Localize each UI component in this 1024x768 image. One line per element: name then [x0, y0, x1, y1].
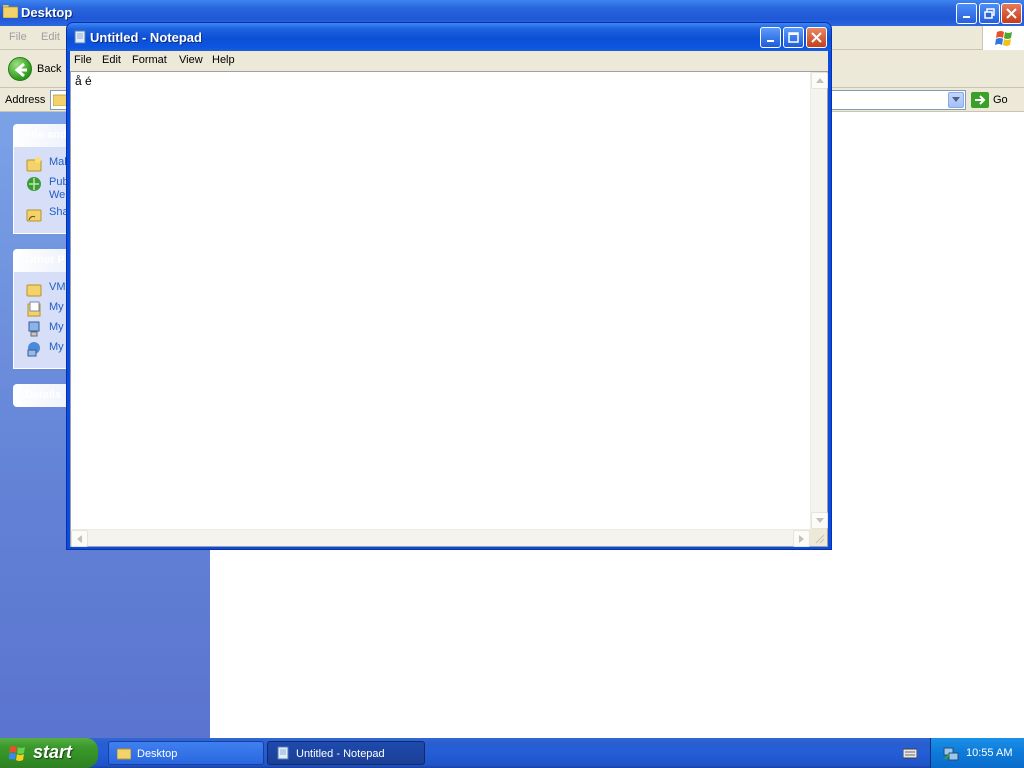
explorer-close-button[interactable]	[1001, 3, 1022, 24]
maximize-icon	[788, 32, 799, 43]
close-icon	[811, 32, 822, 43]
notepad-window: Untitled - Notepad File Edit Format View…	[66, 22, 832, 550]
chevron-left-icon	[77, 534, 82, 543]
start-button[interactable]: start	[0, 738, 98, 768]
windows-flag-icon	[9, 746, 25, 761]
back-arrow-icon	[14, 62, 27, 78]
notepad-title-bar[interactable]: Untitled - Notepad	[67, 23, 831, 51]
scroll-up-button[interactable]	[811, 72, 828, 89]
explorer-title: Desktop	[21, 5, 73, 20]
task-item-share-folder[interactable]: Sha	[26, 206, 69, 222]
explorer-menu-file[interactable]: File	[9, 31, 27, 43]
chevron-down-icon	[952, 97, 960, 102]
chevron-right-icon	[799, 534, 804, 543]
back-button-label[interactable]: Back	[37, 63, 61, 75]
notepad-menu-bar: File Edit Format View Help	[70, 51, 828, 71]
address-label: Address	[5, 94, 46, 106]
address-dropdown-button[interactable]	[948, 92, 964, 108]
notepad-maximize-button[interactable]	[783, 27, 804, 48]
place-item-my-network[interactable]: My	[26, 341, 64, 357]
start-label: start	[33, 742, 73, 762]
taskbar: start Desktop Untitled - Notepad 10:55 A…	[0, 738, 1024, 768]
task-item-publish-web[interactable]: Pub We	[26, 176, 69, 202]
place-item-vm[interactable]: VM	[26, 281, 66, 297]
back-button[interactable]	[8, 57, 32, 81]
notepad-icon	[277, 746, 289, 760]
folder-icon	[53, 94, 67, 106]
notepad-minimize-button[interactable]	[760, 27, 781, 48]
system-tray: 10:55 AM	[930, 738, 1024, 768]
minimize-icon	[766, 39, 774, 42]
explorer-minimize-button[interactable]	[956, 3, 977, 24]
menu-help[interactable]: Help	[212, 54, 235, 66]
vertical-scrollbar[interactable]	[810, 72, 828, 529]
notepad-close-button[interactable]	[806, 27, 827, 48]
chevron-up-icon	[815, 78, 824, 83]
taskbar-button-notepad[interactable]: Untitled - Notepad	[267, 741, 425, 765]
explorer-restore-button[interactable]	[979, 3, 1000, 24]
go-label[interactable]: Go	[993, 94, 1008, 106]
notepad-text-content[interactable]: å é	[75, 74, 92, 88]
clock[interactable]: 10:55 AM	[966, 747, 1012, 759]
folder-icon	[3, 5, 18, 18]
new-folder-icon	[26, 157, 42, 172]
go-arrow-icon	[975, 95, 986, 105]
restore-icon	[984, 8, 995, 19]
scroll-down-button[interactable]	[811, 512, 828, 529]
task-item-make-folder[interactable]: Mak	[26, 156, 70, 172]
scroll-right-button[interactable]	[793, 530, 810, 547]
globe-icon	[27, 177, 41, 191]
place-item-my-computer[interactable]: My	[26, 321, 64, 337]
notepad-icon	[74, 30, 86, 44]
network-icon	[27, 342, 40, 357]
keyboard-icon[interactable]	[903, 747, 917, 759]
horizontal-scrollbar[interactable]	[71, 529, 810, 547]
explorer-menu-edit[interactable]: Edit	[41, 31, 60, 43]
menu-format[interactable]: Format	[132, 54, 167, 66]
menu-view[interactable]: View	[179, 54, 203, 66]
taskbar-button-desktop[interactable]: Desktop	[108, 741, 264, 765]
size-grip[interactable]	[810, 529, 827, 546]
go-button[interactable]	[971, 92, 989, 108]
chevron-down-icon	[815, 518, 824, 523]
minimize-icon	[962, 15, 970, 18]
network-status-icon[interactable]	[943, 745, 959, 761]
computer-icon	[28, 321, 40, 337]
menu-file[interactable]: File	[74, 54, 92, 66]
place-item-my-documents[interactable]: My	[26, 301, 64, 317]
notepad-title: Untitled - Notepad	[90, 30, 202, 45]
shared-folder-icon	[26, 209, 42, 222]
documents-icon	[27, 301, 41, 317]
folder-icon	[26, 284, 42, 297]
windows-logo	[982, 26, 1024, 50]
menu-edit[interactable]: Edit	[102, 54, 121, 66]
notepad-text-area[interactable]: å é	[70, 71, 828, 547]
close-icon	[1006, 8, 1017, 19]
resize-grip-icon	[815, 534, 825, 544]
windows-flag-icon	[995, 31, 1012, 46]
scroll-left-button[interactable]	[71, 530, 88, 547]
notepad-client-area: File Edit Format View Help å é	[70, 51, 828, 547]
folder-icon	[117, 748, 131, 760]
